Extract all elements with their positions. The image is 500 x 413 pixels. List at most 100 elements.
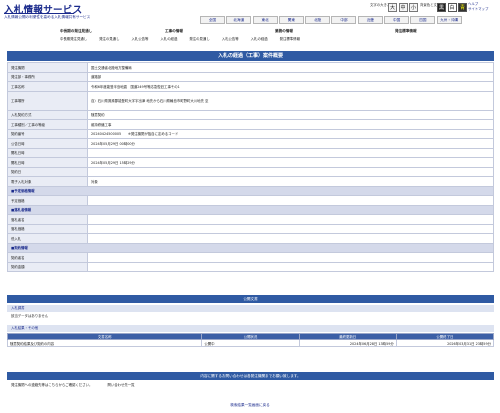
region-tab-chugoku[interactable]: 中国 (384, 16, 410, 24)
document-updated: 2024年06月28日 13時59分 (298, 339, 397, 347)
section-header-contract: ■契約情報 (7, 242, 494, 253)
back-to-results-link[interactable]: 検索結果一覧画面に戻る (0, 403, 500, 408)
category-nav: 中長期の発注見通し 工事の情報 業務の情報 発注標準情報 中長期発注見通し 発注… (60, 29, 500, 45)
table-row: 公告日時 2024年05月29日 00時00分 (7, 138, 494, 149)
table-row: 契約番号 20240424500005 ※発注機関が独自に定めるコード (7, 128, 494, 139)
tab-construction-notice[interactable]: 入札公告等 (131, 36, 148, 41)
table-row: 契約金額 (7, 261, 494, 272)
color-black-button[interactable]: 黒 (437, 3, 446, 12)
row-label: 開札日時 (7, 147, 88, 158)
region-tab-kanto[interactable]: 関東 (278, 16, 304, 24)
row-value: 道路部 (87, 71, 494, 82)
detail-table: 発注機関 国土交通省北陸地方整備局 発注部・事務所 道路部 工事名称 令和6年度能登半… (7, 62, 494, 272)
font-size-large-button[interactable]: 大 (388, 3, 397, 12)
table-row: 入札契約方式 随意契約 (7, 109, 494, 120)
section-header-price: ■予定価格情報 (7, 185, 494, 196)
table-row: 工事名称 令和6年度能登半島地震 国道249号等応急復旧工事その1 (7, 81, 494, 92)
table-row: 予定価格 (7, 195, 494, 206)
tab-services-progress[interactable]: 入札の経過 (251, 36, 268, 41)
region-tab-kyushu[interactable]: 九州・沖縄 (436, 16, 462, 24)
documents-table: 文書名称 公開状況 最終更新日 公開終了日 随意契約結果及び契約の内容 公開中 … (6, 333, 495, 347)
row-label: 発注機関 (7, 62, 88, 73)
font-size-small-button[interactable]: 小 (409, 3, 418, 12)
row-label: 工事場所 (7, 90, 88, 111)
section-header-winner: ■落札者情報 (7, 204, 494, 215)
site-subtitle: 入札情報公開の利便性を高める入札情報共有サービス (4, 15, 91, 19)
row-label: 予定価格 (7, 195, 88, 206)
detail-title: 入札の経過（工事）案件概要 (7, 51, 494, 61)
row-label: 電子入札対象 (7, 176, 88, 187)
tab-construction-progress[interactable]: 入札の経過 (160, 36, 177, 41)
tab-longterm-forecast[interactable]: 中長期発注見通し (60, 36, 87, 41)
region-tab-hokuriku[interactable]: 北陸 (305, 16, 331, 24)
tab-services-notice[interactable]: 入札公告等 (222, 36, 239, 41)
region-tab-hokkaido[interactable]: 北海道 (226, 16, 252, 24)
row-label: 工事名称 (7, 81, 88, 92)
contact-text: 発注機関への連絡先等はこちらからご確認ください。 (11, 383, 93, 387)
region-tab-chubu[interactable]: 中部 (331, 16, 357, 24)
table-row: 契約者名 (7, 252, 494, 263)
table-row: 工事種別／工事の等級 維持修繕工事 (7, 119, 494, 130)
color-blue-button[interactable]: 青 (458, 3, 467, 12)
contact-list-link[interactable]: 問い合わせ先一覧 (107, 383, 134, 387)
bid-results-subheader: 入札結果・その他 (7, 325, 494, 332)
table-row: 工事場所 自）石川県鳳珠郡能登町大字宇出津 地先から石川県輪島市町野町大川地先 至 (7, 90, 494, 111)
row-value: 維持修繕工事 (87, 119, 494, 130)
bid-record-subheader: 入札調書 (7, 305, 494, 312)
row-label: 工事種別／工事の等級 (7, 119, 88, 130)
region-nav: 全国 北海道 東北 関東 北陸 中部 近畿 中国 四国 九州・沖縄 (200, 16, 463, 24)
tab-construction-forecast[interactable]: 発注の見通し (99, 36, 119, 41)
tab-services-forecast[interactable]: 発注の見通し (189, 36, 209, 41)
title-underline (4, 13, 74, 14)
tab-standard-info[interactable]: 発注標準情報 (280, 36, 300, 41)
table-row: 発注機関 国土交通省北陸地方整備局 (7, 62, 494, 73)
font-size-controls: 大 中 小 (388, 3, 418, 12)
published-docs-title: 公開文書 (7, 295, 494, 303)
document-name-link[interactable]: 随意契約結果及び契約の内容 (6, 339, 203, 347)
row-label: 入札契約方式 (7, 109, 88, 120)
table-row: 電子入札対象 対象 (7, 176, 494, 187)
row-value: 自）石川県鳳珠郡能登町大字宇出津 地先から石川県輪島市町野町大川地先 至 (87, 90, 494, 111)
row-value (87, 166, 494, 177)
font-size-medium-button[interactable]: 中 (398, 3, 408, 12)
row-label: 契約者名 (7, 252, 88, 263)
row-label: 落札者名 (7, 214, 88, 225)
category-group-longterm: 中長期の発注見通し (60, 29, 93, 33)
table-row: 随意契約結果及び契約の内容 公開中 2024年06月28日 13時59分 202… (6, 339, 495, 347)
region-tab-shikoku[interactable]: 四国 (410, 16, 436, 24)
row-value (87, 233, 494, 244)
table-row: 低入札 (7, 233, 494, 244)
row-label: 低入札 (7, 233, 88, 244)
row-value: 20240424500005 ※発注機関が独自に定めるコード (87, 128, 494, 139)
color-white-button[interactable]: 白 (447, 3, 457, 12)
section-title: ■落札者情報 (7, 204, 494, 215)
row-value (87, 147, 494, 158)
row-label: 公告日時 (7, 138, 88, 149)
site-header: 入札情報サービス 入札情報公開の利便性を高める入札情報共有サービス 文字の大きさ… (0, 0, 500, 29)
region-tab-tohoku[interactable]: 東北 (252, 16, 278, 24)
table-row: 発注部・事務所 道路部 (7, 71, 494, 82)
color-controls: 黒 白 青 (437, 3, 467, 12)
category-tabs: 中長期発注見通し 発注の見通し 入札公告等 入札の経過 発注の見通し 入札公告等… (60, 36, 312, 41)
row-label: 開札日時 (7, 157, 88, 168)
table-row: 契約日 (7, 166, 494, 177)
row-value (87, 252, 494, 263)
row-value (87, 214, 494, 225)
row-value: 対象 (87, 176, 494, 187)
row-value: 2024年05月29日 15時29分 (87, 157, 494, 168)
no-data-message: 該当データはありません (11, 314, 49, 318)
table-row: 落札者名 (7, 214, 494, 225)
contact-row: 発注機関への連絡先等はこちらからご確認ください。 問い合わせ先一覧 (7, 382, 494, 387)
sitemap-link[interactable]: サイトマップ (468, 7, 488, 12)
region-tab-all[interactable]: 全国 (200, 16, 225, 24)
section-title: ■予定価格情報 (7, 185, 494, 196)
row-value (87, 261, 494, 272)
row-value: 令和6年度能登半島地震 国道249号等応急復旧工事その1 (87, 81, 494, 92)
table-row: 開札日時 (7, 147, 494, 158)
row-value: 随意契約 (87, 109, 494, 120)
row-label: 契約番号 (7, 128, 88, 139)
region-tab-kinki[interactable]: 近畿 (357, 16, 383, 24)
table-row: 落札価格 (7, 223, 494, 234)
table-row: 開札日時 2024年05月29日 15時29分 (7, 157, 494, 168)
row-value (87, 195, 494, 206)
